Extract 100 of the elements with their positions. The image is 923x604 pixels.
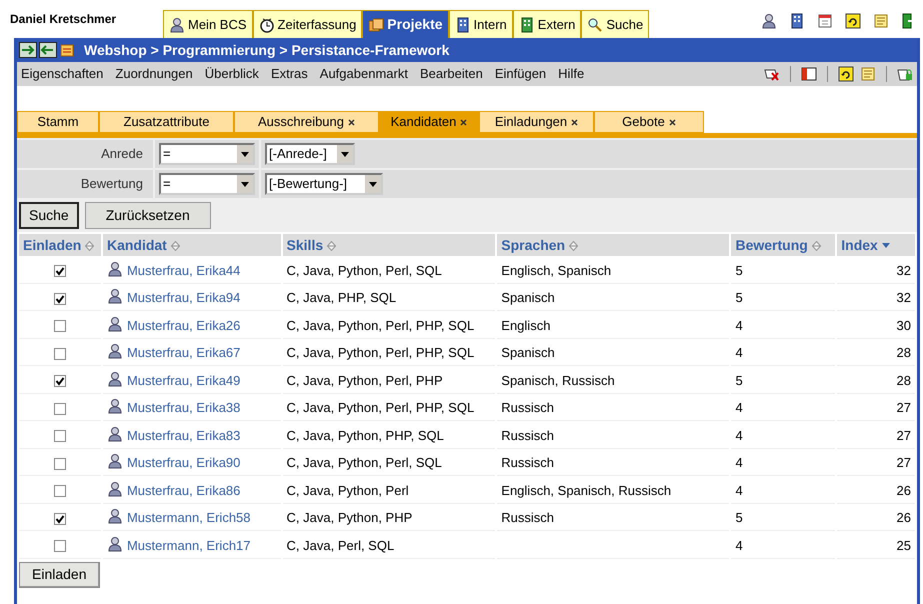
table-cell: 32 (896, 262, 911, 278)
column-header[interactable]: Kandidat (102, 234, 281, 256)
table-cell: 5 (735, 510, 743, 525)
clock-icon (258, 16, 275, 32)
column-header[interactable]: Skills (282, 234, 496, 256)
checkbox[interactable] (54, 348, 66, 360)
menu-item[interactable]: Überblick (204, 64, 259, 84)
person-icon (169, 16, 185, 32)
table-cell: Englisch (501, 318, 550, 332)
table-cell: 4 (735, 428, 743, 442)
building-icon[interactable] (789, 13, 805, 29)
checkbox[interactable] (54, 540, 66, 552)
menu-item[interactable]: Aufgabenmarkt (320, 64, 408, 84)
tab[interactable]: Ausschreibung (234, 111, 379, 133)
reset-button[interactable]: Zurücksetzen (84, 202, 211, 228)
table-cell: C, Java, Python, Perl, PHP, SQL (286, 318, 474, 332)
table-cell: C, Java, Python, PHP, SQL (286, 428, 444, 442)
invite-button[interactable]: Einladen (19, 562, 100, 588)
candidate-link[interactable]: Musterfrau, Erika26 (126, 318, 240, 332)
checkbox[interactable] (54, 512, 66, 525)
checkbox[interactable] (54, 265, 66, 278)
value-dropdown[interactable]: [-Anrede-] (265, 143, 355, 165)
tab[interactable]: Stamm (17, 111, 99, 133)
table-cell: 5 (735, 372, 743, 388)
calendar-icon[interactable] (817, 13, 833, 29)
checkbox[interactable] (54, 375, 66, 388)
table-cell: Russisch (501, 510, 554, 525)
building-icon (518, 16, 535, 32)
candidate-link[interactable]: Mustermann, Erich17 (126, 538, 251, 552)
tab[interactable]: Gebote (594, 111, 704, 133)
candidate-link[interactable]: Musterfrau, Erika86 (126, 482, 240, 498)
table-cell: 27 (896, 455, 911, 470)
candidate-link[interactable]: Musterfrau, Erika38 (126, 400, 240, 415)
table-cell: Russisch (501, 400, 554, 415)
column-header[interactable]: Bewertung (731, 234, 836, 256)
checkbox[interactable] (54, 430, 66, 442)
checkbox[interactable] (54, 320, 66, 332)
candidate-link[interactable]: Mustermann, Erich58 (126, 510, 251, 525)
filter-label: Anrede (101, 145, 143, 164)
search-button[interactable]: Suche (19, 202, 79, 228)
checkbox[interactable] (54, 292, 66, 305)
close-icon[interactable] (460, 118, 468, 126)
table-cell: Russisch (501, 455, 554, 470)
nav-tab[interactable]: Extern (512, 10, 582, 38)
menu-item[interactable]: Hilfe (558, 64, 584, 84)
column-header[interactable]: Einladen (19, 234, 101, 256)
table-cell: 28 (896, 372, 911, 388)
nav-tab[interactable]: Intern (448, 10, 513, 38)
note-icon[interactable] (873, 13, 889, 29)
nav-tab[interactable]: Zeiterfassung (252, 10, 362, 38)
person-icon[interactable] (761, 13, 777, 29)
arrow-icon (39, 42, 57, 58)
column-header[interactable]: Index (837, 234, 915, 256)
close-icon[interactable] (668, 118, 676, 126)
search-icon (587, 16, 604, 32)
operator-dropdown[interactable]: = (159, 143, 255, 165)
person-icon (106, 260, 123, 276)
close-icon[interactable] (571, 118, 578, 126)
table-cell: C, Java, Python, Perl, PHP, SQL (286, 345, 474, 360)
menu-item[interactable]: Einfügen (494, 64, 546, 84)
building-icon (454, 16, 471, 32)
candidate-link[interactable]: Musterfrau, Erika44 (126, 262, 240, 278)
operator-dropdown[interactable]: = (159, 173, 255, 195)
tab[interactable]: Kandidaten (379, 111, 479, 133)
table-cell: 27 (896, 428, 911, 442)
column-header[interactable]: Sprachen (497, 234, 730, 256)
candidate-link[interactable]: Musterfrau, Erika67 (126, 345, 240, 360)
candidate-link[interactable]: Musterfrau, Erika49 (126, 372, 240, 388)
table-cell: 26 (896, 510, 911, 525)
menu-item[interactable]: Zuordnungen (115, 64, 193, 84)
table-cell: 4 (735, 538, 743, 552)
nav-tab[interactable]: Mein BCS (163, 10, 253, 38)
breadcrumb: Webshop > Programmierung > Persistance-Framework (84, 40, 450, 60)
table-cell: 27 (896, 400, 911, 415)
folders-icon (368, 16, 384, 32)
window-icon (801, 66, 817, 82)
checkbox[interactable] (54, 402, 66, 415)
value-dropdown[interactable]: [-Bewertung-] (265, 173, 383, 195)
candidate-link[interactable]: Musterfrau, Erika94 (126, 290, 240, 305)
tab[interactable]: Zusatzattribute (99, 111, 234, 133)
close-icon[interactable] (348, 118, 355, 126)
refresh-icon[interactable] (845, 13, 861, 29)
table-cell: 4 (735, 345, 743, 360)
table-cell: C, Java, Python, Perl, SQL (286, 455, 442, 470)
table-cell: 26 (896, 482, 911, 498)
nav-tab[interactable]: Projekte (362, 10, 449, 38)
candidate-link[interactable]: Musterfrau, Erika83 (126, 428, 240, 442)
user-name: Daniel Kretschmer (10, 11, 118, 28)
candidate-link[interactable]: Musterfrau, Erika90 (126, 455, 240, 470)
table-cell: C, Java, PHP, SQL (286, 290, 396, 305)
checkbox[interactable] (54, 485, 66, 498)
table-cell: C, Java, Python, PHP (286, 510, 412, 525)
nav-tab[interactable]: Suche (581, 10, 650, 38)
menu-item[interactable]: Eigenschaften (21, 64, 104, 84)
tab[interactable]: Einladungen (479, 111, 594, 133)
checkbox[interactable] (54, 458, 66, 470)
menu-item[interactable]: Extras (270, 64, 308, 84)
person-icon (106, 343, 123, 359)
menu-item[interactable]: Bearbeiten (420, 64, 483, 84)
table-cell: C, Java, Python, Perl, PHP (286, 372, 443, 388)
